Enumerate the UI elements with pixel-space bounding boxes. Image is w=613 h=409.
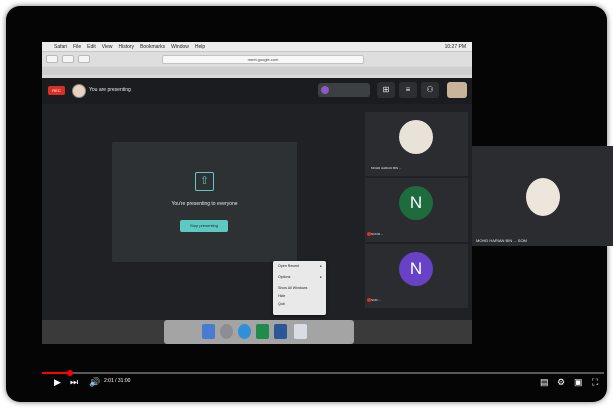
menu-bookmarks[interactable]: Bookmarks <box>140 44 165 50</box>
presenter-avatar <box>72 84 86 98</box>
back-button[interactable] <box>46 55 58 63</box>
chip-avatar <box>321 86 329 94</box>
presenting-label: You are presenting <box>89 87 131 93</box>
sidebar-button[interactable] <box>78 55 90 63</box>
menu-edit[interactable]: Edit <box>87 44 96 50</box>
participant-tile[interactable]: N NOOR ... <box>365 178 468 242</box>
presenting-message: You're presenting to everyone <box>171 201 238 207</box>
forward-button[interactable] <box>62 55 74 63</box>
address-bar[interactable]: meet.google.com <box>162 55 364 64</box>
time-display: 2:01 / 31:00 <box>104 378 131 384</box>
participant-tile[interactable]: MOHD HARIAN BIN ... <box>365 112 468 176</box>
participant-panel-right: MOHD HARIAN BIN ... SOM <box>472 146 613 246</box>
participant-photo <box>526 178 560 216</box>
submenu-arrow-icon: ▸ <box>320 264 322 268</box>
excel-icon[interactable] <box>256 324 269 339</box>
menu-file[interactable]: File <box>73 44 81 50</box>
word-icon[interactable] <box>274 324 287 339</box>
submenu-arrow-icon: ▸ <box>320 275 322 279</box>
participant-avatar: N <box>399 252 433 286</box>
stop-presenting-button[interactable]: Stop presenting <box>180 220 228 232</box>
settings-icon[interactable]: ⚙ <box>557 376 565 388</box>
menu-help[interactable]: Help <box>195 44 205 50</box>
launchpad-icon[interactable] <box>220 324 233 339</box>
finder-icon[interactable] <box>202 324 215 339</box>
people-icon[interactable]: ⚇ <box>421 82 439 98</box>
trash-icon[interactable] <box>294 324 307 339</box>
layout-icon[interactable]: ⊞ <box>377 82 395 98</box>
self-view-thumbnail[interactable] <box>447 82 467 98</box>
participant-tile[interactable]: N NOR ... <box>365 244 468 308</box>
progress-fill <box>42 372 71 374</box>
safari-icon[interactable] <box>238 324 251 339</box>
menu-options[interactable]: Options <box>278 275 290 279</box>
browser-toolbar: meet.google.com <box>42 52 472 66</box>
miniplayer-icon[interactable]: ▣ <box>574 376 583 388</box>
participant-name-right: MOHD HARIAN BIN ... SOM <box>476 238 527 243</box>
play-icon[interactable]: ▶ <box>54 376 61 388</box>
presenting-chip[interactable] <box>318 83 370 97</box>
menubar-clock: 10:27 PM <box>444 43 466 50</box>
participant-sidebar: MOHD HARIAN BIN ... N NOOR ... N NOR ... <box>365 112 468 308</box>
menu-hide[interactable]: Hide <box>278 294 285 298</box>
mac-menubar: Safari File Edit View History Bookmarks … <box>42 42 472 52</box>
menu-safari[interactable]: Safari <box>54 44 67 50</box>
menu-history[interactable]: History <box>119 44 135 50</box>
menu-quit[interactable]: Quit <box>278 302 285 306</box>
rec-badge: REC <box>48 86 65 95</box>
participant-name: NOOR ... <box>371 232 384 236</box>
menu-show-all-windows[interactable]: Show All Windows <box>278 286 307 290</box>
participant-photo <box>399 120 433 154</box>
tab-strip <box>42 67 472 75</box>
video-progress-bar[interactable] <box>42 370 604 376</box>
participant-name: MOHD HARIAN BIN ... <box>371 166 402 170</box>
subtitles-icon[interactable]: ▤ <box>540 376 549 388</box>
meet-top-bar: REC You are presenting ⊞ ≡ ⚇ <box>42 78 472 104</box>
chat-icon[interactable]: ≡ <box>399 82 417 98</box>
mac-dock <box>164 320 354 344</box>
meet-window: REC You are presenting ⊞ ≡ ⚇ ⇧ You're pr… <box>42 78 472 320</box>
menu-window[interactable]: Window <box>171 44 189 50</box>
dock-context-menu: Open Recent ▸ Options ▸ Show All Windows… <box>273 261 326 315</box>
next-icon[interactable]: ⏭ <box>70 376 78 388</box>
volume-icon[interactable]: 🔊 <box>89 376 100 388</box>
presenting-card: ⇧ You're presenting to everyone Stop pre… <box>112 142 297 262</box>
participant-avatar: N <box>399 186 433 220</box>
participant-name: NOR ... <box>371 298 382 302</box>
menu-view[interactable]: View <box>102 44 113 50</box>
menu-open-recent[interactable]: Open Recent <box>278 264 299 268</box>
present-screen-icon: ⇧ <box>195 172 214 191</box>
fullscreen-icon[interactable]: ⛶ <box>592 376 598 388</box>
